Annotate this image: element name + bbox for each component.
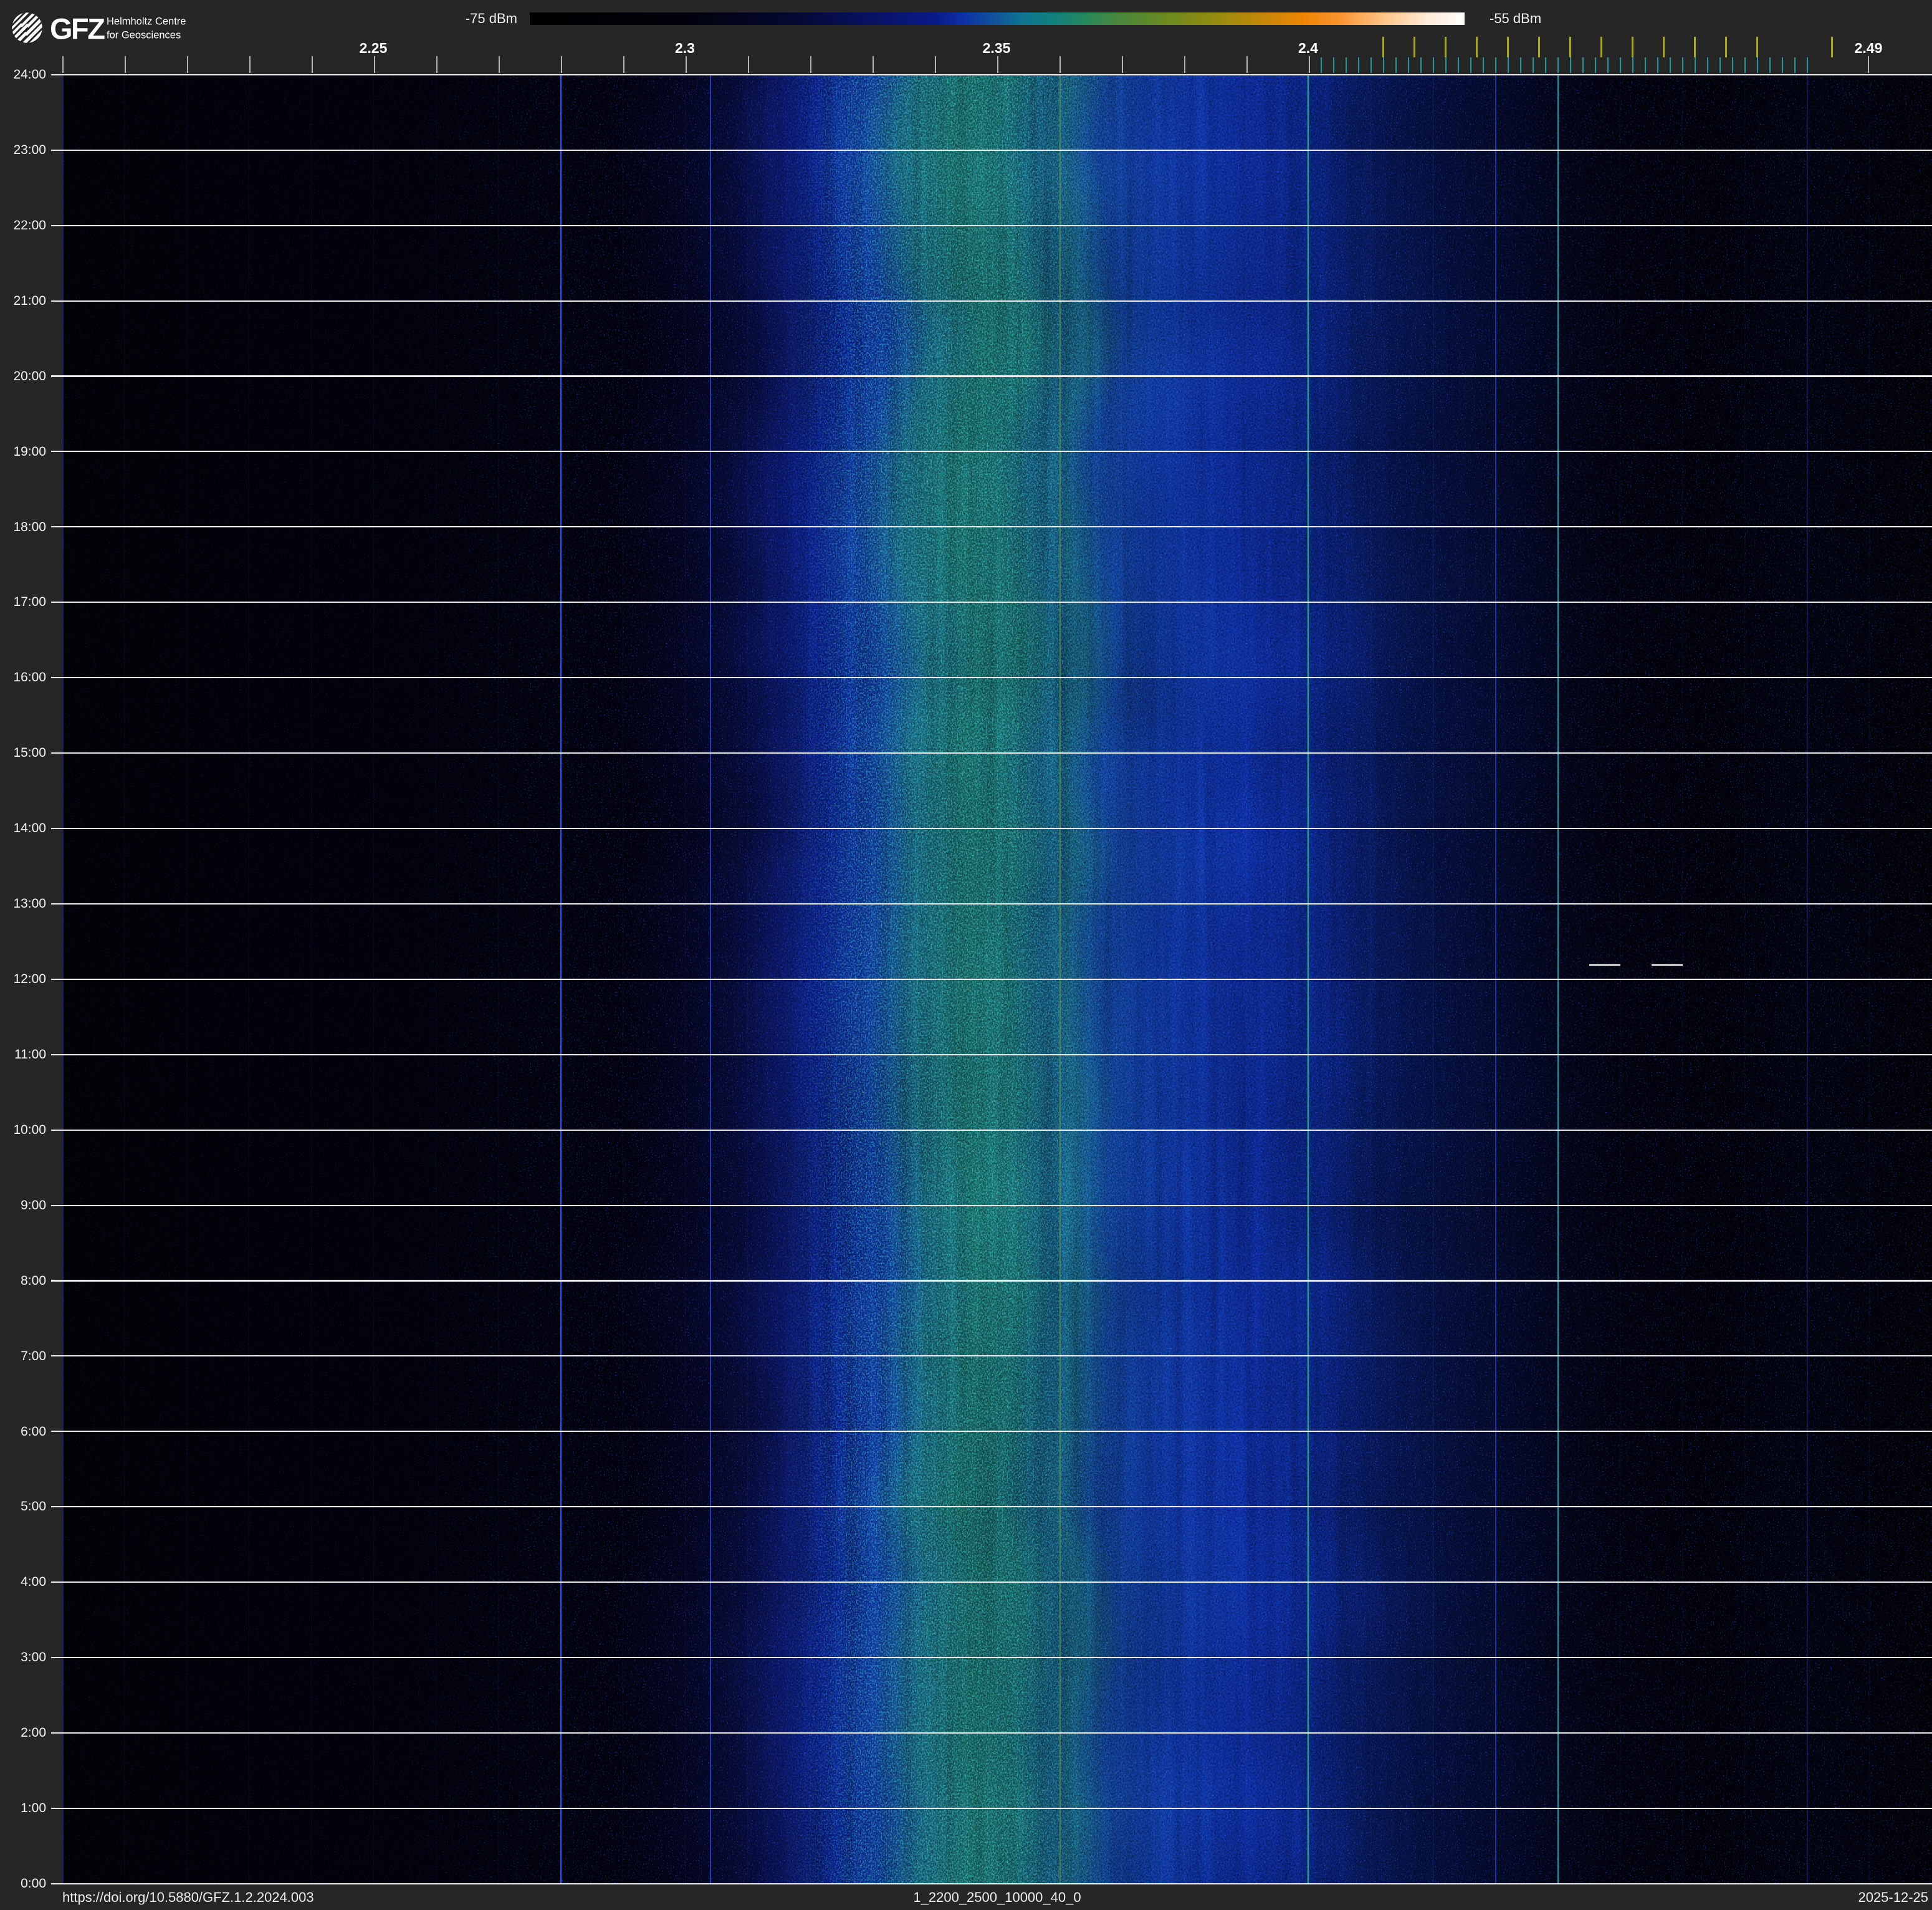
svg-text:GFZ: GFZ bbox=[50, 12, 105, 46]
svg-text:for Geosciences: for Geosciences bbox=[107, 30, 181, 41]
svg-text:Helmholtz Centre: Helmholtz Centre bbox=[107, 16, 186, 27]
